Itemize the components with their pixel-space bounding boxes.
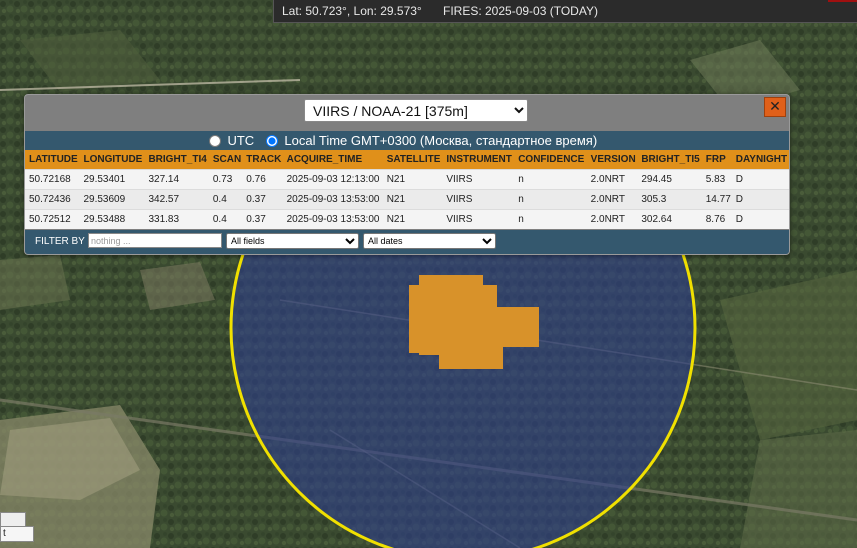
table-cell: n [514, 169, 587, 190]
table-cell: 0.4 [208, 209, 243, 229]
table-cell: n [514, 189, 587, 210]
utc-radio[interactable] [208, 135, 221, 147]
table-row[interactable]: 50.72168 29.53401 327.14 0.73 0.76 2025-… [25, 169, 789, 190]
table-cell: N21 [382, 169, 443, 190]
table-cell: 305.3 [637, 189, 702, 210]
table-cell: N21 [382, 209, 443, 229]
status-accent [828, 0, 857, 2]
column-header[interactable]: SCAN [208, 150, 243, 170]
close-icon: ✕ [769, 98, 781, 114]
column-header[interactable]: DAYNIGHT [731, 150, 789, 170]
local-time-label: Local Time GMT+0300 (Москва, стандартное… [284, 133, 598, 148]
column-header[interactable]: CONFIDENCE [514, 150, 587, 170]
table-cell: 0.4 [208, 189, 243, 210]
column-header[interactable]: FRP [701, 150, 732, 170]
table-cell: D [731, 189, 789, 210]
column-header[interactable]: INSTRUMENT [442, 150, 515, 170]
table-cell: 0.73 [208, 169, 243, 190]
table-row[interactable]: 50.72512 29.53488 331.83 0.4 0.37 2025-0… [25, 209, 789, 229]
column-header[interactable]: LATITUDE [25, 150, 80, 170]
table-cell: 342.57 [144, 189, 209, 210]
table-row[interactable]: 50.72436 29.53609 342.57 0.4 0.37 2025-0… [25, 189, 789, 210]
table-cell: VIIRS [442, 189, 515, 210]
table-cell: 5.83 [701, 169, 732, 190]
column-header[interactable]: SATELLITE [382, 150, 443, 170]
table-cell: 8.76 [701, 209, 732, 229]
filter-label: FILTER BY [35, 236, 85, 247]
fields-select[interactable]: All fields [226, 233, 359, 249]
table-cell: 2.0NRT [586, 209, 638, 229]
table-cell: 302.64 [637, 209, 702, 229]
column-header[interactable]: BRIGHT_TI5 [637, 150, 702, 170]
table-cell: 50.72512 [25, 209, 80, 229]
column-header[interactable]: ACQUIRE_TIME [282, 150, 383, 170]
time-mode-row: UTC Local Time GMT+0300 (Москва, стандар… [25, 131, 789, 150]
table-cell: 0.76 [242, 169, 283, 190]
column-header[interactable]: LONGITUDE [79, 150, 145, 170]
fires-table: LATITUDE LONGITUDE BRIGHT_TI4 SCAN TRACK… [25, 150, 789, 229]
table-cell: VIIRS [442, 169, 515, 190]
column-header[interactable]: BRIGHT_TI4 [144, 150, 209, 170]
filter-row: FILTER BY All fields All dates [25, 230, 789, 254]
sensor-select[interactable]: VIIRS / NOAA-21 [375m] [304, 99, 528, 122]
table-cell: 2025-09-03 13:53:00 [282, 209, 383, 229]
filter-input[interactable] [88, 233, 222, 248]
table-cell: 2.0NRT [586, 189, 638, 210]
table-cell: 14.77 [701, 189, 732, 210]
table-cell: D [731, 209, 789, 229]
map-control-box[interactable] [0, 512, 26, 527]
sensor-row: VIIRS / NOAA-21 [375m] ✕ [25, 95, 789, 131]
utc-label: UTC [227, 133, 255, 148]
status-bar: Lat: 50.723°, Lon: 29.573° FIRES: 2025-0… [273, 0, 857, 23]
table-cell: 294.45 [637, 169, 702, 190]
table-cell: D [731, 169, 789, 190]
utc-option[interactable]: UTC [208, 133, 258, 148]
fires-date-label: FIRES: 2025-09-03 (TODAY) [443, 4, 598, 18]
table-cell: 29.53609 [79, 189, 145, 210]
column-header[interactable]: VERSION [586, 150, 638, 170]
dates-select[interactable]: All dates [363, 233, 496, 249]
map-corner-label: t [0, 526, 34, 542]
cursor-coordinates: Lat: 50.723°, Lon: 29.573° [282, 4, 422, 18]
table-cell: N21 [382, 189, 443, 210]
satellite-imagery [0, 0, 857, 548]
table-cell: 0.37 [242, 189, 283, 210]
table-cell: 2.0NRT [586, 169, 638, 190]
fire-info-popup: VIIRS / NOAA-21 [375m] ✕ UTC Local Time … [24, 94, 790, 255]
column-header[interactable]: TRACK [242, 150, 283, 170]
satellite-map[interactable]: t [0, 0, 857, 548]
table-cell: VIIRS [442, 209, 515, 229]
table-header-row: LATITUDE LONGITUDE BRIGHT_TI4 SCAN TRACK… [25, 150, 789, 170]
table-cell: 0.37 [242, 209, 283, 229]
table-cell: 331.83 [144, 209, 209, 229]
local-time-radio[interactable] [265, 135, 278, 147]
table-cell: 50.72168 [25, 169, 80, 190]
table-cell: 50.72436 [25, 189, 80, 210]
table-cell: n [514, 209, 587, 229]
table-cell: 29.53401 [79, 169, 145, 190]
table-cell: 2025-09-03 12:13:00 [282, 169, 383, 190]
close-button[interactable]: ✕ [764, 97, 786, 117]
table-cell: 2025-09-03 13:53:00 [282, 189, 383, 210]
table-cell: 327.14 [144, 169, 209, 190]
local-time-option[interactable]: Local Time GMT+0300 (Москва, стандартное… [265, 133, 598, 148]
table-cell: 29.53488 [79, 209, 145, 229]
